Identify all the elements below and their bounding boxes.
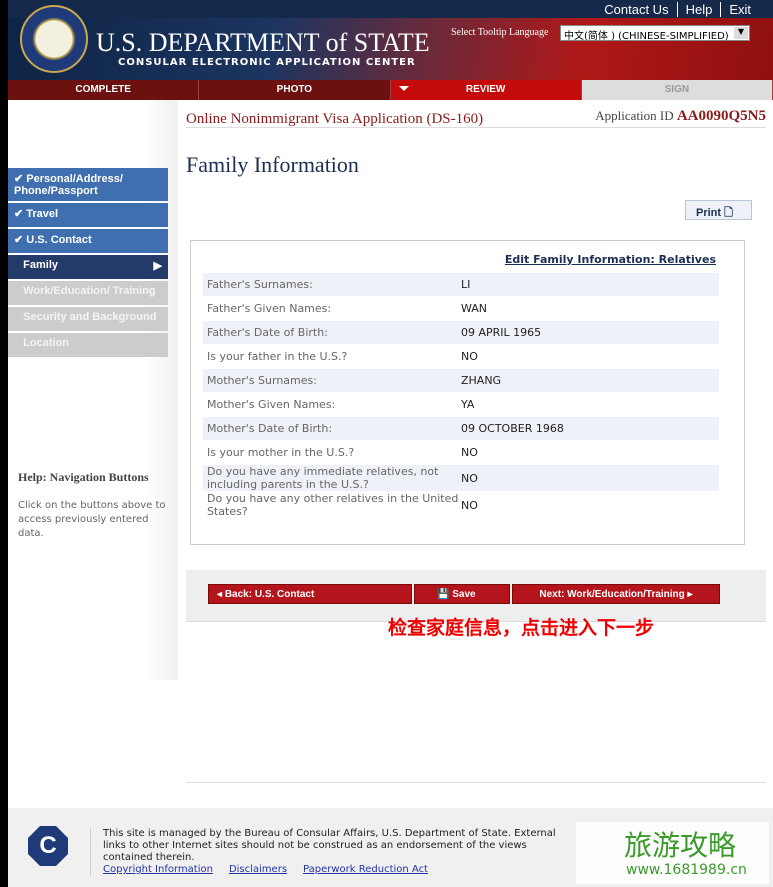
tooltip-language-select[interactable]: 中文(简体 ) (CHINESE-SIMPLIFIED) ▼ (560, 25, 750, 42)
field-value: NO (461, 471, 478, 485)
table-row: Is your mother in the U.S.? NO (203, 441, 719, 465)
field-value: ZHANG (461, 374, 502, 387)
field-label: Father's Date of Birth: (207, 326, 328, 339)
table-row: Father's Surnames: LI (203, 273, 719, 297)
table-row: Do you have any immediate relatives, not… (203, 465, 719, 492)
help-panel: Help: Navigation Buttons Click on the but… (18, 470, 168, 541)
print-button[interactable]: Print 🗋 (685, 200, 752, 220)
field-value: LI (461, 278, 471, 291)
field-label: Mother's Surnames: (207, 374, 317, 387)
field-label: Is your father in the U.S.? (207, 350, 348, 363)
annotation-text: 检查家庭信息，点击进入下一步 (388, 617, 655, 639)
consular-logo-icon: C (28, 826, 68, 866)
contact-us-link[interactable]: Contact Us (596, 2, 676, 17)
back-button[interactable]: ◂ Back: U.S. Contact (208, 584, 412, 604)
sidebar-item-personal[interactable]: ✔ Personal/Address/ Phone/Passport (8, 168, 168, 201)
watermark-logo: 旅游攻略 www.1681989.cn (576, 822, 769, 884)
save-button[interactable]: 💾 Save (414, 584, 510, 604)
help-label: Help: (18, 470, 47, 484)
table-row: Mother's Surnames: ZHANG (203, 369, 719, 393)
application-name: Online Nonimmigrant Visa Application (DS… (186, 111, 484, 127)
field-label: Do you have any immediate relatives, not… (207, 465, 439, 491)
tooltip-language-label: Select Tooltip Language (451, 27, 549, 38)
chevron-down-icon: ▼ (734, 27, 748, 39)
field-value: YA (461, 398, 475, 411)
table-row: Is your father in the U.S.? NO (203, 345, 719, 369)
page-title: Family Information (186, 152, 359, 177)
help-topic: Navigation Buttons (49, 470, 149, 484)
tab-sign: SIGN (581, 80, 773, 100)
language-value: 中文(简体 ) (CHINESE-SIMPLIFIED) (564, 31, 729, 42)
sidebar-item-travel[interactable]: ✔ Travel (8, 203, 168, 227)
sidebar-nav: ✔ Personal/Address/ Phone/Passport ✔ Tra… (8, 168, 168, 359)
tab-photo[interactable]: PHOTO (199, 80, 391, 100)
tab-label: REVIEW (465, 84, 506, 95)
field-value: 09 OCTOBER 1968 (461, 422, 564, 435)
footer-text: This site is managed by the Bureau of Co… (103, 828, 556, 863)
state-department-seal-icon (20, 5, 88, 73)
divider (186, 782, 766, 783)
field-label: Mother's Given Names: (207, 398, 336, 411)
field-value: NO (461, 498, 478, 512)
paperwork-link[interactable]: Paperwork Reduction Act (303, 864, 428, 875)
field-value: 09 APRIL 1965 (461, 326, 542, 339)
sidebar-item-security: Security and Background (8, 307, 168, 331)
site-title: U.S. DEPARTMENT of STATE (96, 28, 430, 57)
sidebar-item-us-contact[interactable]: ✔ U.S. Contact (8, 229, 168, 253)
field-value: WAN (461, 302, 488, 315)
sidebar-item-work: Work/Education/ Training (8, 281, 168, 305)
application-id: Application ID AA0090Q5N5 (595, 108, 766, 124)
tab-complete[interactable]: COMPLETE (8, 80, 200, 100)
help-text: Click on the buttons above to access pre… (18, 500, 166, 539)
banner: Contact Us Help Exit U.S. DEPARTMENT of ST… (8, 0, 773, 80)
exit-link[interactable]: Exit (720, 2, 759, 17)
next-button[interactable]: Next: Work/Education/Training ▸ (512, 584, 720, 604)
tab-review[interactable]: REVIEW (390, 80, 582, 100)
table-row: Mother's Given Names: YA (203, 393, 719, 417)
family-summary-box: Edit Family Information: Relatives Fathe… (190, 240, 745, 545)
field-label: Mother's Date of Birth: (207, 422, 333, 435)
triangle-down-icon (398, 86, 409, 96)
field-label: Do you have any other relatives in the U… (207, 492, 459, 518)
field-label: Father's Given Names: (207, 302, 332, 315)
site-subtitle: CONSULAR ELECTRONIC APPLICATION CENTER (118, 57, 416, 68)
table-row: Father's Date of Birth: 09 APRIL 1965 (203, 321, 719, 345)
chevron-right-icon: ▶ (153, 260, 162, 272)
sidebar-item-location: Location (8, 333, 168, 357)
sidebar-item-family[interactable]: Family ▶ (8, 255, 168, 279)
top-bar: Contact Us Help Exit (8, 0, 773, 18)
field-label: Is your mother in the U.S.? (207, 446, 355, 459)
field-label: Father's Surnames: (207, 278, 313, 291)
help-link[interactable]: Help (676, 2, 721, 17)
table-row: Father's Given Names: WAN (203, 297, 719, 321)
field-value: NO (461, 350, 478, 363)
copyright-link[interactable]: Copyright Information (103, 864, 213, 875)
disclaimers-link[interactable]: Disclaimers (229, 864, 287, 875)
table-row: Mother's Date of Birth: 09 OCTOBER 1968 (203, 417, 719, 441)
edit-family-link[interactable]: Edit Family Information: Relatives (505, 253, 716, 266)
footer: C This site is managed by the Bureau of … (8, 808, 773, 887)
table-row: Do you have any other relatives in the U… (203, 492, 719, 519)
field-value: NO (461, 446, 478, 459)
